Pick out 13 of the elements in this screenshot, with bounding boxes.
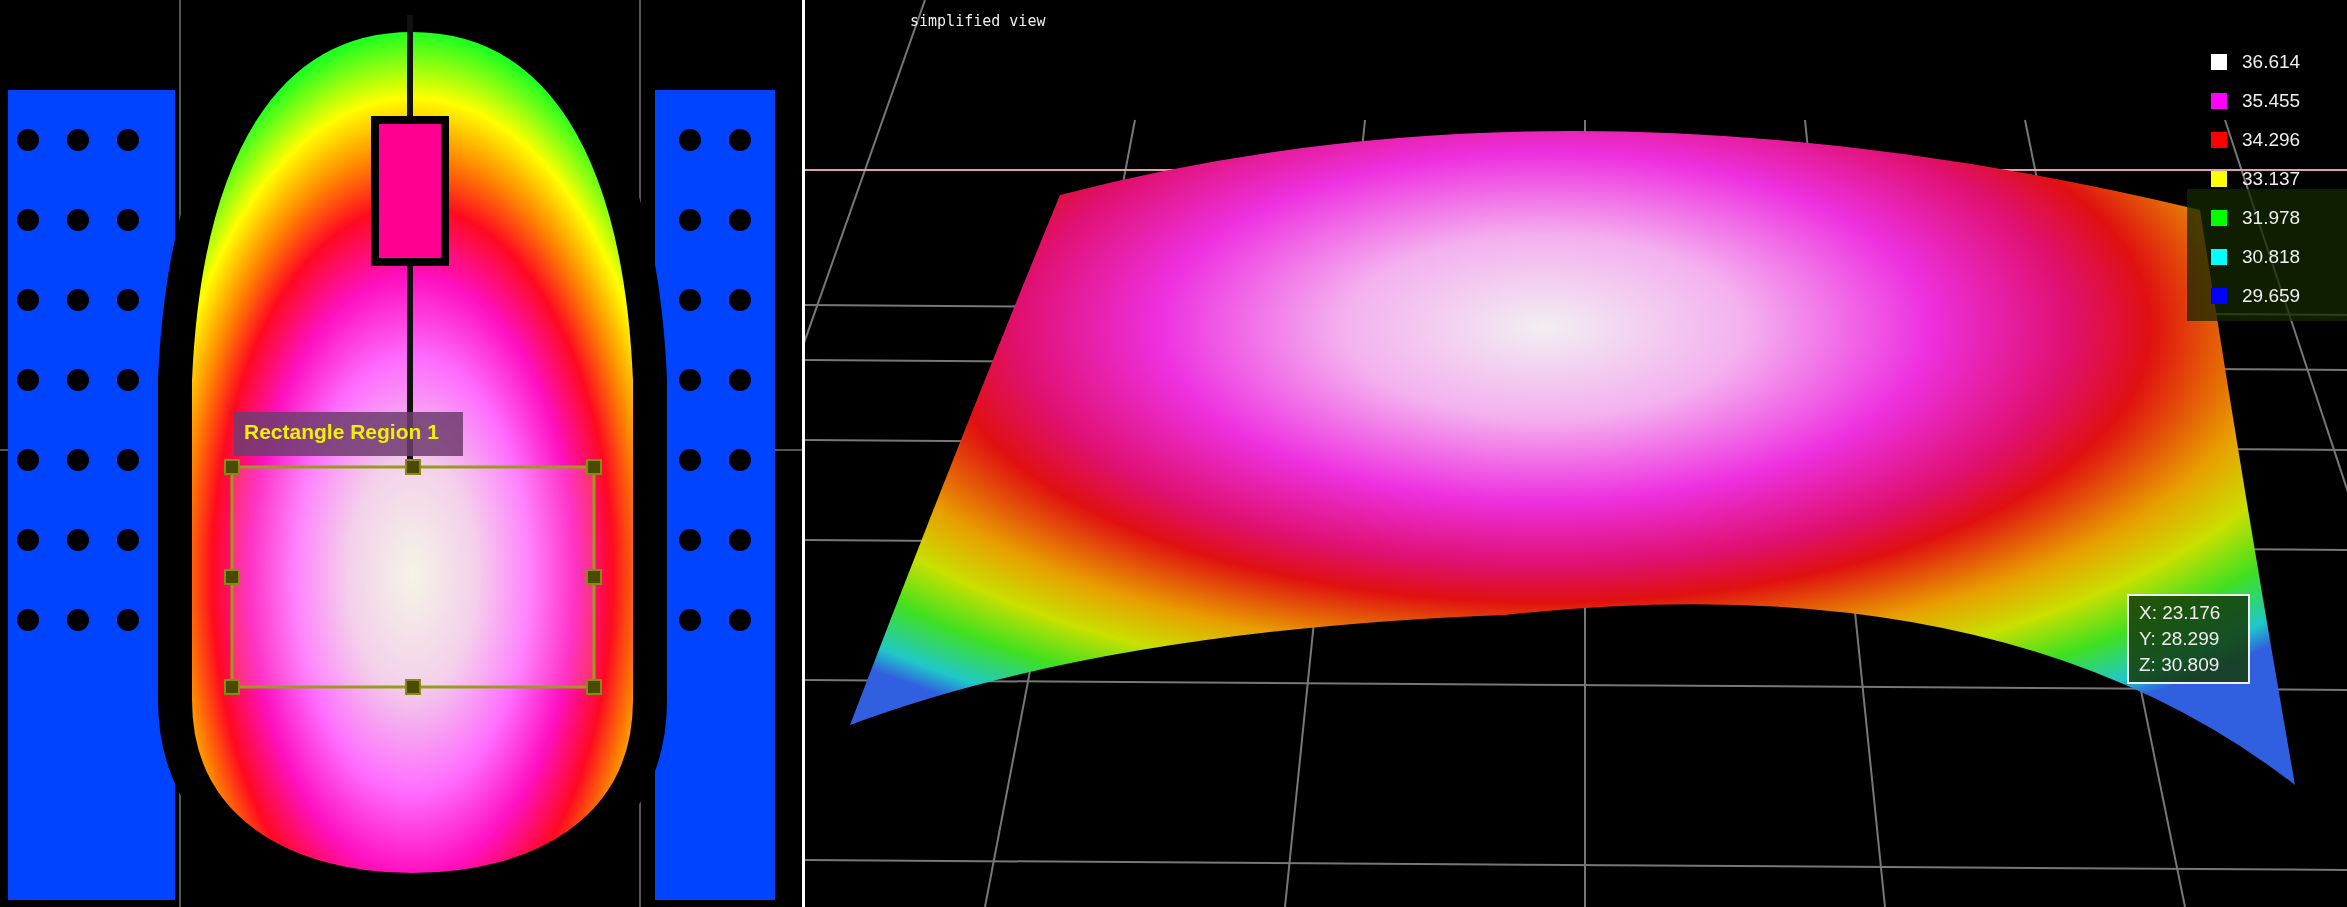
legend-value: 31.978 — [2242, 206, 2301, 229]
legend-value: 29.659 — [2242, 284, 2301, 307]
region-label: Rectangle Region 1 — [234, 412, 463, 456]
coordinate-value: X: 23.176 — [2139, 602, 2222, 624]
legend-value: 36.614 — [2242, 50, 2301, 73]
legend-value: 34.296 — [2242, 128, 2301, 151]
view-title: simplified view — [910, 12, 1046, 30]
coordinate-value: Y: 28.299 — [2139, 628, 2221, 650]
legend-value: 33.137 — [2242, 167, 2301, 190]
selection-rectangle[interactable] — [224, 459, 602, 695]
legend-value: 30.818 — [2242, 245, 2301, 268]
legend-value: 35.455 — [2242, 89, 2301, 112]
coordinate-value: Z: 30.809 — [2139, 654, 2221, 676]
